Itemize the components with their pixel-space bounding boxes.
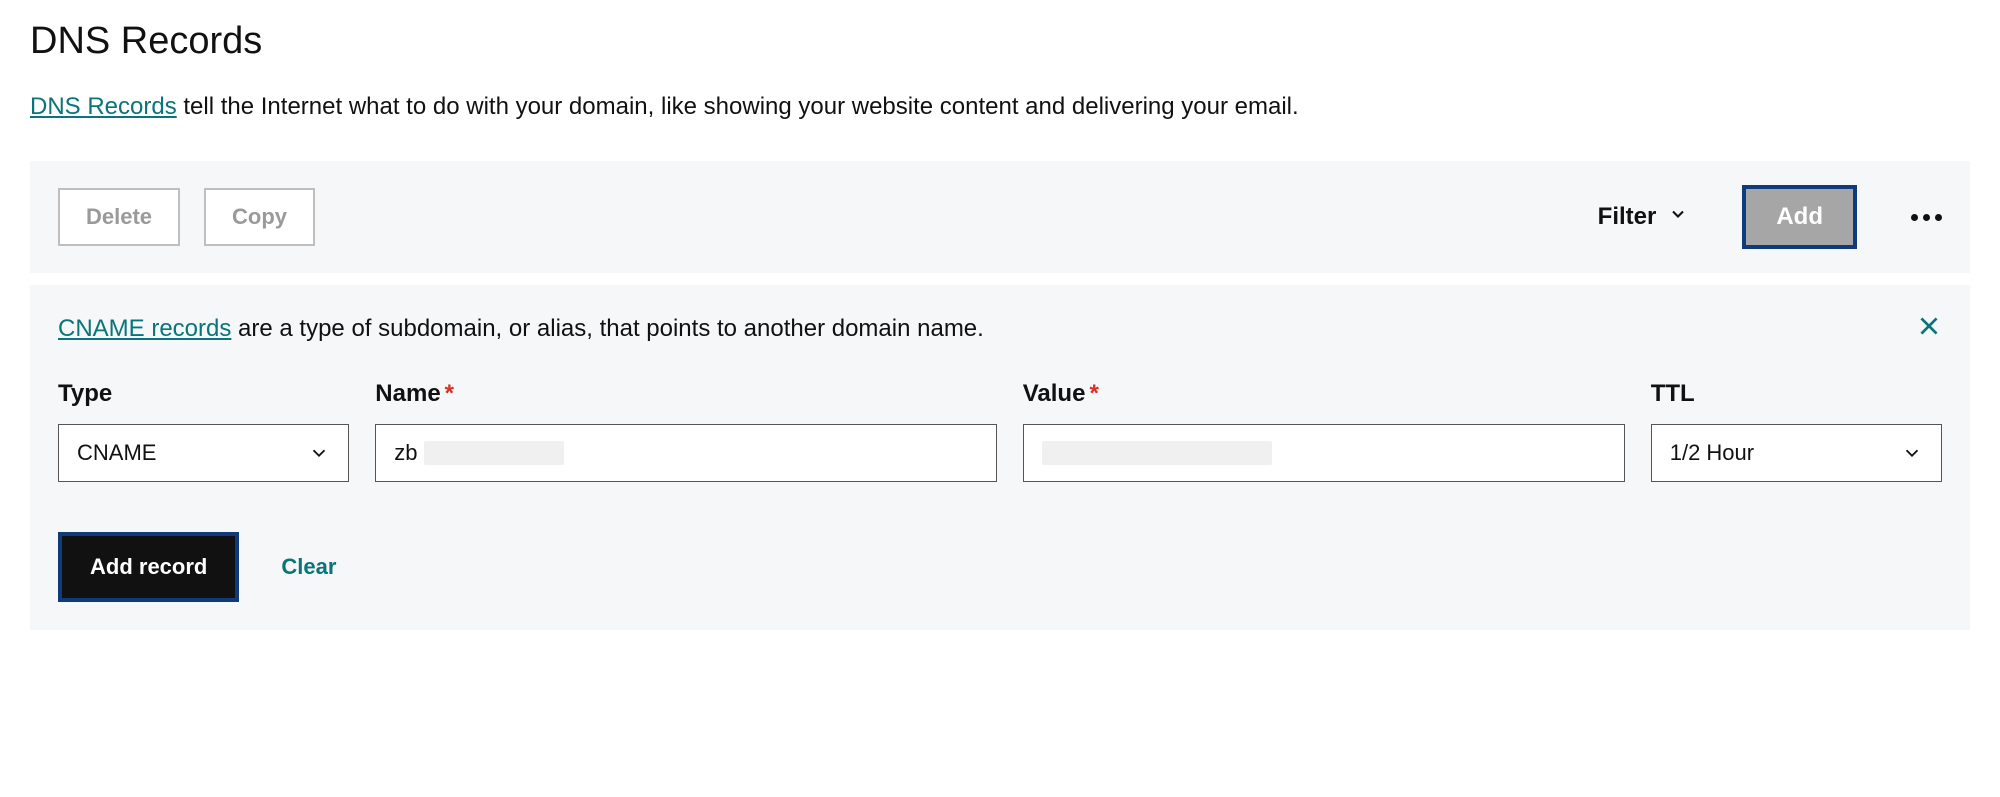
- name-label: Name*: [375, 380, 996, 408]
- page-title: DNS Records: [30, 20, 1970, 63]
- filter-dropdown[interactable]: Filter: [1598, 203, 1689, 231]
- filter-label: Filter: [1598, 203, 1657, 231]
- form-group-value: Value*: [1023, 380, 1625, 482]
- form-group-ttl: TTL 1/2 Hour: [1651, 380, 1942, 482]
- close-icon[interactable]: [1916, 313, 1942, 344]
- required-indicator: *: [1089, 380, 1098, 407]
- type-value: CNAME: [77, 440, 156, 466]
- chevron-down-icon: [1668, 203, 1688, 231]
- copy-button[interactable]: Copy: [204, 188, 315, 246]
- cname-records-link[interactable]: CNAME records: [58, 315, 231, 342]
- value-label-text: Value: [1023, 380, 1086, 407]
- info-text: CNAME records are a type of subdomain, o…: [58, 315, 1916, 343]
- type-select[interactable]: CNAME: [58, 424, 349, 482]
- name-input-wrapper: zb: [375, 424, 996, 482]
- info-row: CNAME records are a type of subdomain, o…: [58, 313, 1942, 344]
- name-input-value[interactable]: zb: [394, 440, 417, 466]
- chevron-down-icon: [308, 442, 330, 464]
- value-label: Value*: [1023, 380, 1625, 408]
- name-label-text: Name: [375, 380, 440, 407]
- redacted-block: [1042, 441, 1272, 465]
- add-button[interactable]: Add: [1742, 185, 1857, 249]
- more-icon[interactable]: [1911, 214, 1942, 221]
- value-input-wrapper[interactable]: [1023, 424, 1625, 482]
- redacted-block: [424, 441, 564, 465]
- chevron-down-icon: [1901, 442, 1923, 464]
- delete-button[interactable]: Delete: [58, 188, 180, 246]
- form-group-name: Name* zb: [375, 380, 996, 482]
- dns-records-link[interactable]: DNS Records: [30, 93, 177, 120]
- form-row: Type CNAME Name* zb Value*: [58, 380, 1942, 482]
- add-record-panel: CNAME records are a type of subdomain, o…: [30, 285, 1970, 630]
- type-label: Type: [58, 380, 349, 408]
- ttl-label: TTL: [1651, 380, 1942, 408]
- toolbar: Delete Copy Filter Add: [30, 161, 1970, 273]
- info-text-rest: are a type of subdomain, or alias, that …: [231, 315, 983, 342]
- ttl-value: 1/2 Hour: [1670, 440, 1754, 466]
- ttl-select[interactable]: 1/2 Hour: [1651, 424, 1942, 482]
- description-text: DNS Records tell the Internet what to do…: [30, 93, 1970, 121]
- add-record-button[interactable]: Add record: [58, 532, 239, 602]
- button-row: Add record Clear: [58, 532, 1942, 602]
- required-indicator: *: [445, 380, 454, 407]
- description-rest: tell the Internet what to do with your d…: [177, 93, 1299, 120]
- form-group-type: Type CNAME: [58, 380, 349, 482]
- clear-button[interactable]: Clear: [281, 554, 336, 580]
